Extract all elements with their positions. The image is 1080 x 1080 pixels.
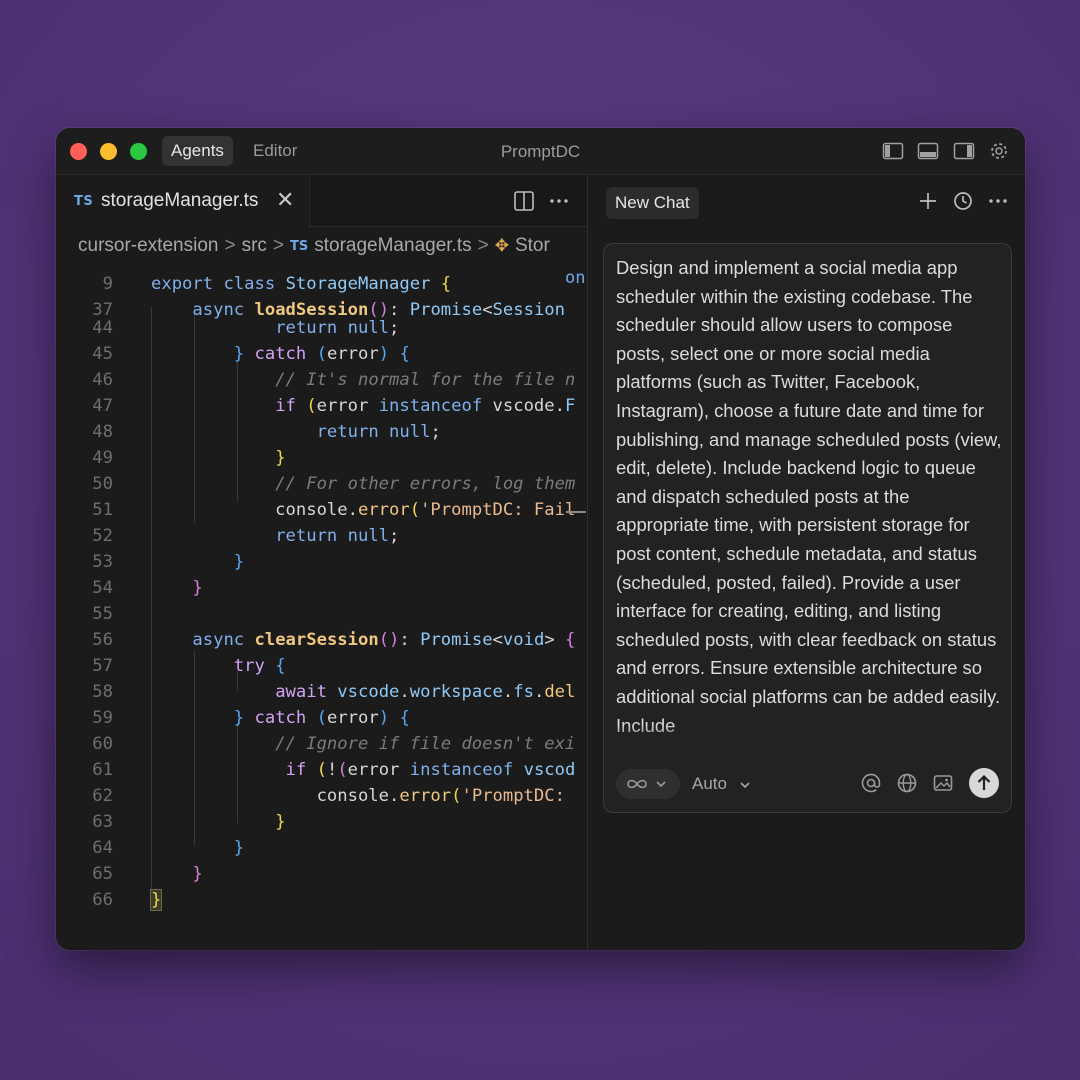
typescript-file-icon: TS bbox=[74, 194, 94, 209]
code-line: 56 async clearSession(): Promise<void> { bbox=[92, 630, 576, 650]
code-line: 59 } catch (error) { bbox=[92, 708, 410, 728]
breadcrumb-separator: > bbox=[224, 235, 236, 256]
code-line: 54 } bbox=[92, 578, 203, 598]
tab-editor[interactable]: Editor bbox=[244, 136, 306, 166]
app-window: Agents Editor PromptDC TS storageManager… bbox=[56, 128, 1025, 950]
more-actions-icon[interactable] bbox=[548, 190, 570, 212]
settings-gear-icon[interactable] bbox=[988, 141, 1010, 161]
code-line: 45 } catch (error) { bbox=[92, 344, 410, 364]
title-bar: Agents Editor PromptDC bbox=[56, 128, 1025, 175]
history-clock-icon[interactable] bbox=[952, 190, 974, 212]
toggle-secondary-sidebar-icon[interactable] bbox=[953, 141, 975, 161]
scroll-marker bbox=[566, 511, 586, 513]
web-globe-icon[interactable] bbox=[896, 772, 918, 794]
maximize-window-button[interactable] bbox=[130, 143, 147, 160]
composer-toolbar: Auto bbox=[604, 756, 1011, 812]
infinity-icon bbox=[627, 779, 666, 789]
code-line: 63 } bbox=[92, 812, 286, 832]
image-icon[interactable] bbox=[932, 772, 954, 794]
breadcrumb-item-src[interactable]: src bbox=[242, 235, 267, 257]
code-line: 47 if (error instanceof vscode.F bbox=[92, 396, 576, 416]
send-arrow-up-icon bbox=[977, 774, 991, 790]
code-line: 48 return null; bbox=[92, 422, 441, 442]
code-line: 51 console.error('PromptDC: Fail bbox=[92, 500, 576, 520]
code-editor[interactable]: 9 export class StorageManager { 37 async … bbox=[56, 271, 587, 950]
breadcrumb: cursor-extension > src > TS storageManager.ts… bbox=[78, 235, 587, 265]
split-editor-icon[interactable] bbox=[513, 190, 535, 212]
breadcrumb-item-folder[interactable]: cursor-extension bbox=[78, 235, 218, 257]
editor-pane: TS storageManager.ts ✕ cursor-extension >… bbox=[56, 175, 587, 950]
class-symbol-icon: ✥ bbox=[494, 236, 509, 255]
code-line: 60 // Ignore if file doesn't exi bbox=[92, 734, 576, 754]
code-line: 9 export class StorageManager { bbox=[102, 274, 452, 294]
code-line: 57 try { bbox=[92, 656, 286, 676]
tab-agents[interactable]: Agents bbox=[162, 136, 233, 166]
mention-at-icon[interactable] bbox=[860, 772, 882, 794]
close-tab-icon[interactable]: ✕ bbox=[276, 189, 294, 211]
editor-tab-strip: TS storageManager.ts ✕ bbox=[56, 175, 587, 228]
agent-mode-selector[interactable] bbox=[616, 769, 680, 799]
code-line: 44 return null; bbox=[92, 318, 400, 338]
breadcrumb-separator: > bbox=[272, 235, 284, 256]
chat-pane: New Chat Design and implement a social m… bbox=[588, 175, 1025, 950]
breadcrumb-item-symbol[interactable]: Stor bbox=[515, 235, 550, 257]
code-line: 64 } bbox=[92, 838, 245, 858]
model-label: Auto bbox=[692, 774, 727, 793]
minimize-window-button[interactable] bbox=[100, 143, 117, 160]
code-line: 52 return null; bbox=[92, 526, 400, 546]
code-line: 50 // For other errors, log them bbox=[92, 474, 576, 494]
toggle-primary-sidebar-icon[interactable] bbox=[882, 141, 904, 161]
file-tab-label: storageManager.ts bbox=[101, 190, 259, 211]
code-line: 62 console.error('PromptDC: bbox=[92, 786, 565, 806]
more-actions-icon[interactable] bbox=[987, 190, 1009, 212]
breadcrumb-item-file[interactable]: storageManager.ts bbox=[314, 235, 471, 257]
close-window-button[interactable] bbox=[70, 143, 87, 160]
code-line: 49 } bbox=[92, 448, 286, 468]
typescript-file-icon: TS bbox=[290, 238, 309, 254]
editor-file-tab[interactable]: TS storageManager.ts ✕ bbox=[56, 175, 310, 228]
code-line: 65 } bbox=[92, 864, 203, 884]
chat-composer: Design and implement a social media app … bbox=[603, 243, 1012, 813]
model-selector[interactable]: Auto bbox=[692, 770, 752, 798]
code-line: 55 bbox=[92, 604, 113, 624]
prompt-input[interactable]: Design and implement a social media app … bbox=[616, 254, 1004, 750]
code-line: 53 } bbox=[92, 552, 245, 572]
code-line: 58 await vscode.workspace.fs.del bbox=[92, 682, 576, 702]
prompt-overflow-fade bbox=[604, 724, 1011, 754]
tab-new-chat[interactable]: New Chat bbox=[606, 187, 699, 219]
new-chat-plus-icon[interactable] bbox=[917, 190, 939, 212]
toggle-panel-icon[interactable] bbox=[917, 141, 939, 161]
code-line: 46 // It's normal for the file n bbox=[92, 370, 576, 390]
chevron-down-icon bbox=[740, 781, 750, 788]
code-line: 61 if (!(error instanceof vscod bbox=[92, 760, 576, 780]
send-button[interactable] bbox=[969, 768, 999, 798]
breadcrumb-separator: > bbox=[477, 235, 489, 256]
code-line: 66} bbox=[92, 889, 163, 911]
